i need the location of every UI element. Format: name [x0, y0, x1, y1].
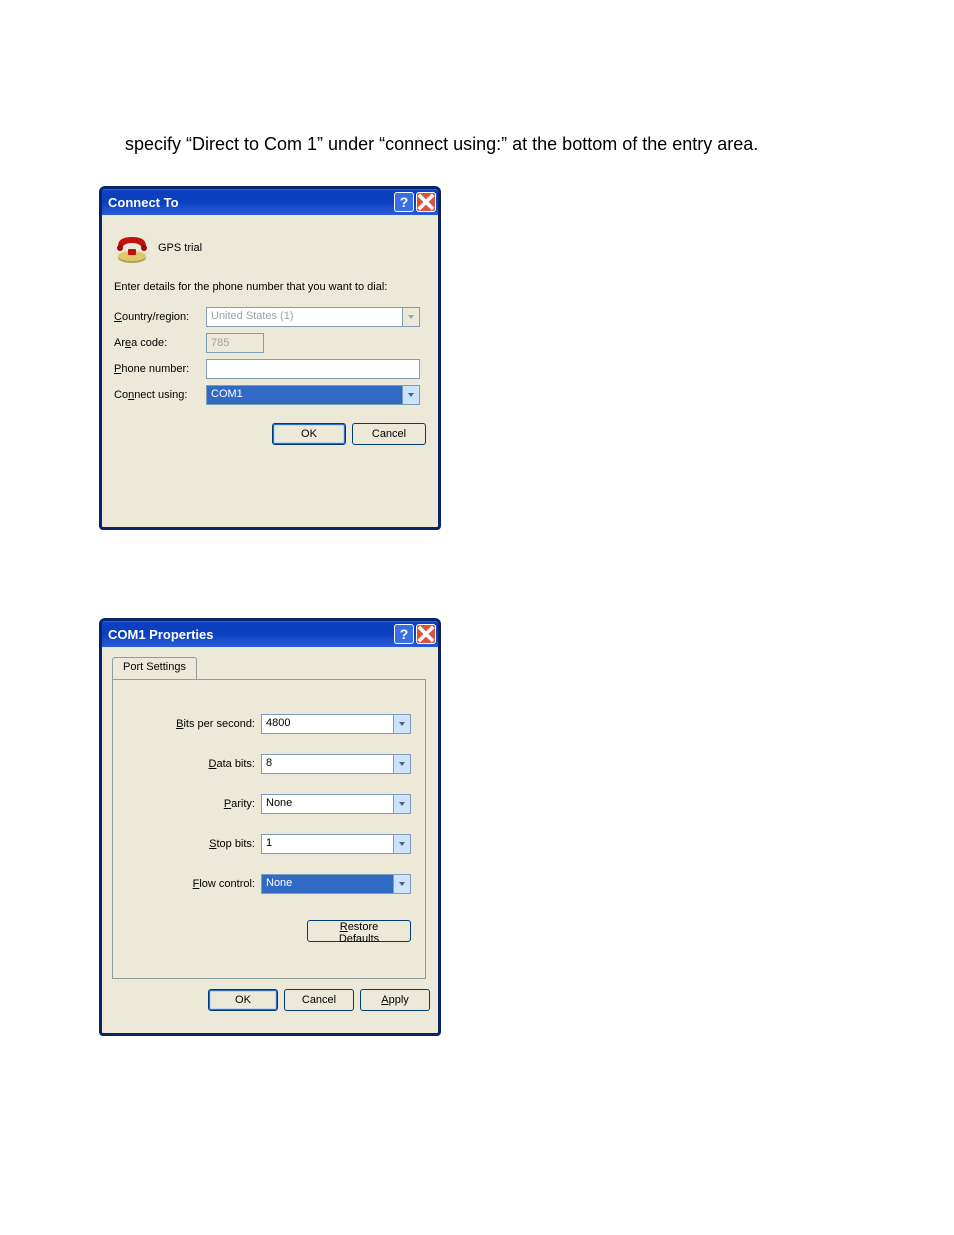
stop-row: Stop bits: 1 — [127, 834, 411, 854]
parity-label: Parity: — [161, 798, 255, 810]
chevron-down-icon — [393, 795, 410, 813]
dialog-buttons: OK Cancel — [114, 423, 426, 445]
data-value: 8 — [262, 755, 393, 773]
parity-row: Parity: None — [127, 794, 411, 814]
cancel-button[interactable]: Cancel — [352, 423, 426, 445]
chevron-down-icon — [402, 386, 419, 404]
chevron-down-icon — [393, 755, 410, 773]
country-combo[interactable]: United States (1) — [206, 307, 420, 327]
chevron-down-icon — [402, 308, 419, 326]
parity-value: None — [262, 795, 393, 813]
flow-label: Flow control: — [161, 878, 255, 890]
close-icon[interactable] — [416, 192, 436, 212]
tab-port-settings[interactable]: Port Settings — [112, 657, 197, 679]
prompt-text: Enter details for the phone number that … — [114, 281, 426, 293]
chevron-down-icon — [393, 835, 410, 853]
flow-combo[interactable]: None — [261, 874, 411, 894]
help-icon[interactable]: ? — [394, 624, 414, 644]
help-icon[interactable]: ? — [394, 192, 414, 212]
connect-label: Connect using: — [114, 389, 206, 401]
connect-combo[interactable]: COM1 — [206, 385, 420, 405]
parity-combo[interactable]: None — [261, 794, 411, 814]
tab-panel: Bits per second: 4800 Data bits: 8 Parit… — [112, 679, 426, 979]
dialog-body: Port Settings Bits per second: 4800 Data… — [102, 647, 438, 1021]
chevron-down-icon — [393, 715, 410, 733]
stop-combo[interactable]: 1 — [261, 834, 411, 854]
phone-input[interactable] — [206, 359, 420, 379]
area-row: Area code: — [114, 333, 426, 353]
dialog-buttons: OK Cancel Apply — [110, 989, 430, 1011]
chevron-down-icon — [393, 875, 410, 893]
stop-value: 1 — [262, 835, 393, 853]
area-input[interactable] — [206, 333, 264, 353]
data-label: Data bits: — [161, 758, 255, 770]
bits-row: Bits per second: 4800 — [127, 714, 411, 734]
phone-icon — [114, 231, 150, 265]
connect-to-dialog: Connect To ? GPS trial Enter details for… — [99, 186, 441, 530]
area-label: Area code: — [114, 337, 206, 349]
dialog-body: GPS trial Enter details for the phone nu… — [102, 215, 438, 457]
data-row: Data bits: 8 — [127, 754, 411, 774]
apply-button[interactable]: Apply — [360, 989, 430, 1011]
titlebar: Connect To ? — [102, 189, 438, 215]
country-value: United States (1) — [207, 308, 402, 326]
titlebar-buttons: ? — [394, 192, 436, 212]
com1-properties-dialog: COM1 Properties ? Port Settings Bits per… — [99, 618, 441, 1036]
window-title: Connect To — [108, 195, 179, 210]
phone-row: Phone number: — [114, 359, 426, 379]
country-row: Country/region: United States (1) — [114, 307, 426, 327]
instruction-text: specify “Direct to Com 1” under “connect… — [125, 134, 758, 155]
flow-value: None — [262, 875, 393, 893]
country-label: Country/region: — [114, 311, 206, 323]
bits-label: Bits per second: — [161, 718, 255, 730]
bits-value: 4800 — [262, 715, 393, 733]
titlebar: COM1 Properties ? — [102, 621, 438, 647]
connection-name: GPS trial — [158, 242, 202, 254]
bits-combo[interactable]: 4800 — [261, 714, 411, 734]
close-icon[interactable] — [416, 624, 436, 644]
ok-button[interactable]: OK — [272, 423, 346, 445]
connect-value: COM1 — [207, 386, 402, 404]
data-combo[interactable]: 8 — [261, 754, 411, 774]
ok-button[interactable]: OK — [208, 989, 278, 1011]
cancel-button[interactable]: Cancel — [284, 989, 354, 1011]
connect-row: Connect using: COM1 — [114, 385, 426, 405]
phone-label: Phone number: — [114, 363, 206, 375]
restore-defaults-button[interactable]: Restore Defaults — [307, 920, 411, 942]
window-title: COM1 Properties — [108, 627, 213, 642]
flow-row: Flow control: None — [127, 874, 411, 894]
connection-icon-row: GPS trial — [114, 231, 426, 265]
titlebar-buttons: ? — [394, 624, 436, 644]
stop-label: Stop bits: — [161, 838, 255, 850]
tabset: Port Settings — [112, 655, 430, 679]
restore-row: Restore Defaults — [127, 920, 411, 942]
